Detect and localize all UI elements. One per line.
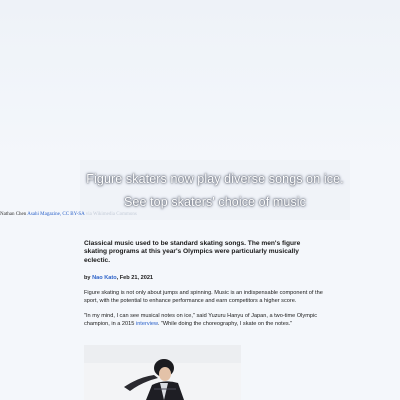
credit-name: Nathan Chen	[0, 212, 27, 217]
hero-banner: Figure skaters now play diverse songs on…	[80, 160, 350, 220]
skater-illustration	[84, 345, 241, 400]
hero-title: Figure skaters now play diverse songs on…	[86, 172, 344, 186]
byline-prefix: by	[84, 275, 91, 282]
page-background	[0, 0, 400, 160]
author-link[interactable]: Nao Kato	[92, 275, 117, 281]
paragraph-2-tail: . "While doing the choreography, I skate…	[157, 321, 293, 327]
article-paragraph-1: Figure skating is not only about jumps a…	[84, 290, 323, 304]
article-lede: Classical music used to be standard skat…	[84, 240, 301, 264]
article-body: Classical music used to be standard skat…	[84, 240, 324, 329]
byline: by Nao Kato, Feb 21, 2021	[84, 274, 324, 282]
credit-via: via Wikimedia Commons	[85, 212, 137, 217]
image-credit: Nathan Chen Asahi Magazine, CC BY-SA via…	[0, 212, 137, 217]
interview-link[interactable]: interview	[136, 321, 158, 327]
credit-source-link[interactable]: Asahi Magazine, CC BY-SA	[27, 212, 84, 217]
publish-date: , Feb 21, 2021	[116, 275, 154, 282]
hero-subtitle: See top skaters' choice of music	[123, 195, 307, 209]
article-paragraph-2: "In my mind, I can see musical notes on …	[84, 313, 324, 328]
skater-photo	[84, 345, 241, 400]
